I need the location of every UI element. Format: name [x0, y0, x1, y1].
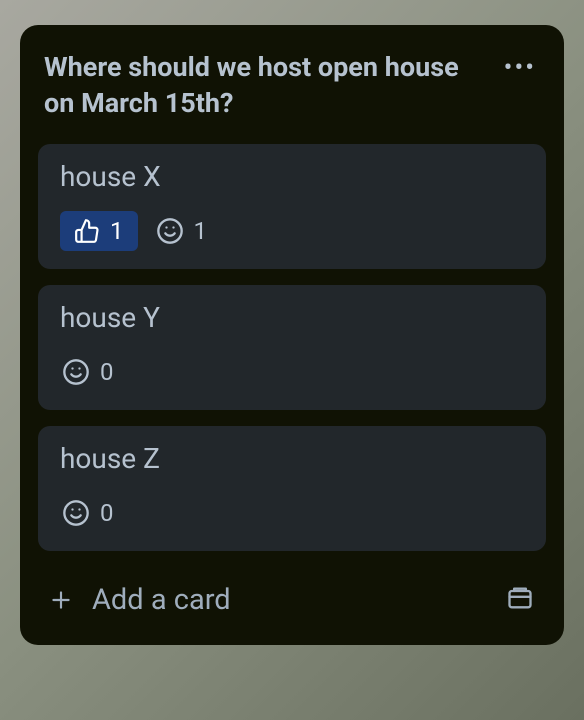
card-title: house X	[60, 160, 524, 193]
reactions-row: 1 1	[60, 211, 524, 251]
card-title: house Y	[60, 301, 524, 334]
reaction-count: 1	[110, 217, 124, 245]
smile-icon	[62, 499, 90, 527]
template-button[interactable]	[500, 578, 540, 622]
reactions-row: 0	[60, 352, 524, 392]
list-header: Where should we host open house on March…	[38, 43, 546, 144]
more-icon: •••	[504, 53, 536, 83]
reaction-smile[interactable]: 1	[154, 211, 210, 251]
card[interactable]: house X 1 1	[38, 144, 546, 269]
card-title: house Z	[60, 442, 524, 475]
reaction-thumbs-up[interactable]: 1	[60, 211, 138, 251]
list-title[interactable]: Where should we host open house on March…	[44, 49, 464, 122]
reaction-smile[interactable]: 0	[60, 493, 116, 533]
list-more-button[interactable]: •••	[500, 55, 540, 81]
smile-icon	[156, 217, 184, 245]
card[interactable]: house Z 0	[38, 426, 546, 551]
reaction-count: 1	[194, 217, 208, 245]
reaction-smile[interactable]: 0	[60, 352, 116, 392]
smile-icon	[62, 358, 90, 386]
thumbs-up-icon	[74, 218, 100, 244]
add-card-button[interactable]: Add a card	[44, 577, 235, 623]
list-footer: Add a card	[38, 567, 546, 627]
reactions-row: 0	[60, 493, 524, 533]
plus-icon	[48, 587, 74, 613]
template-icon	[506, 584, 534, 616]
add-card-label: Add a card	[92, 583, 231, 617]
reaction-count: 0	[100, 499, 114, 527]
list-container: Where should we host open house on March…	[20, 25, 564, 645]
reaction-count: 0	[100, 358, 114, 386]
card[interactable]: house Y 0	[38, 285, 546, 410]
